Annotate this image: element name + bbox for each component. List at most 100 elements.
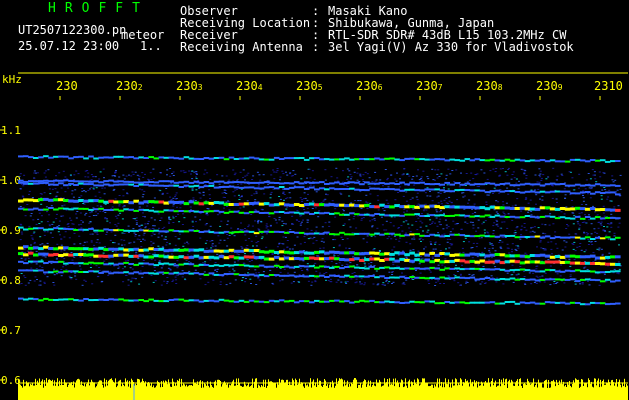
- noise-speck: [211, 246, 214, 248]
- band-segment: [394, 301, 400, 304]
- noise-speck: [365, 201, 368, 203]
- noise-speck: [35, 263, 38, 265]
- noise-speck: [92, 176, 95, 177]
- level-bar: [82, 385, 83, 400]
- noise-speck: [474, 211, 477, 213]
- band-segment: [183, 272, 190, 275]
- band-segment: [253, 249, 260, 252]
- band-segment: [133, 271, 139, 274]
- noise-speck: [314, 281, 317, 283]
- level-bar: [259, 385, 260, 400]
- noise-speck: [334, 216, 337, 218]
- noise-speck: [27, 257, 30, 259]
- band-segment: [309, 251, 315, 255]
- noise-speck: [223, 207, 225, 209]
- level-bar: [252, 378, 253, 400]
- band-segment: [319, 265, 325, 268]
- noise-speck: [103, 187, 106, 189]
- noise-speck: [417, 217, 420, 219]
- band-segment: [273, 251, 280, 254]
- noise-speck: [568, 258, 571, 260]
- noise-speck: [273, 178, 276, 180]
- level-bar: [439, 378, 440, 400]
- noise-speck: [503, 221, 506, 223]
- noise-speck: [535, 268, 538, 270]
- noise-speck: [455, 169, 458, 171]
- noise-speck: [420, 179, 423, 181]
- noise-speck: [599, 223, 602, 225]
- band-segment: [594, 208, 601, 212]
- noise-speck: [244, 175, 247, 177]
- level-bar: [346, 384, 347, 400]
- noise-speck: [582, 190, 585, 192]
- level-bar: [575, 378, 576, 400]
- noise-speck: [420, 213, 423, 215]
- band-segment: [494, 159, 501, 162]
- noise-speck: [97, 213, 99, 215]
- band-segment: [314, 257, 320, 261]
- level-bar: [417, 378, 418, 400]
- noise-speck: [82, 244, 85, 246]
- band-segment: [243, 264, 250, 267]
- noise-speck: [412, 208, 415, 210]
- noise-speck: [587, 239, 590, 240]
- level-bar: [335, 385, 336, 400]
- noise-speck: [102, 211, 105, 212]
- band-segment: [519, 206, 526, 210]
- noise-speck: [265, 225, 268, 227]
- band-segment: [143, 209, 149, 212]
- noise-speck: [421, 222, 424, 224]
- noise-speck: [168, 217, 170, 219]
- level-bar: [428, 386, 429, 400]
- noise-speck: [456, 271, 459, 272]
- noise-speck: [106, 231, 109, 233]
- band-segment: [329, 182, 335, 185]
- noise-speck: [242, 262, 245, 264]
- band-segment: [178, 230, 185, 233]
- band-segment: [379, 158, 385, 161]
- band-segment: [158, 300, 165, 303]
- band-segment: [178, 157, 185, 160]
- noise-speck: [517, 273, 520, 275]
- noise-speck: [174, 276, 177, 278]
- band-segment: [309, 157, 315, 160]
- band-segment: [544, 260, 551, 264]
- noise-speck: [191, 220, 194, 222]
- level-bar: [487, 383, 488, 400]
- band-segment: [73, 253, 79, 256]
- level-bar: [86, 384, 87, 400]
- band-segment: [339, 231, 345, 234]
- noise-speck: [617, 205, 620, 207]
- noise-speck: [94, 195, 97, 197]
- level-bar: [481, 381, 482, 400]
- level-bar: [584, 383, 585, 400]
- level-bar: [382, 385, 383, 400]
- noise-speck: [451, 228, 454, 230]
- noise-speck: [275, 171, 278, 173]
- band-segment: [434, 234, 440, 237]
- level-bar: [313, 379, 314, 400]
- noise-speck: [544, 249, 547, 251]
- band-segment: [494, 302, 501, 305]
- noise-speck: [368, 185, 371, 187]
- band-segment: [474, 252, 481, 256]
- noise-speck: [109, 239, 112, 241]
- noise-speck: [464, 221, 467, 223]
- noise-speck: [429, 271, 432, 273]
- noise-speck: [87, 176, 90, 178]
- band-segment: [494, 268, 501, 271]
- noise-speck: [158, 233, 161, 235]
- noise-speck: [350, 178, 352, 180]
- level-bar: [195, 382, 196, 400]
- noise-speck: [56, 257, 59, 259]
- noise-speck: [446, 203, 449, 204]
- noise-speck: [496, 220, 499, 222]
- band-segment: [43, 155, 49, 158]
- band-segment: [319, 203, 325, 207]
- level-bar: [378, 383, 379, 400]
- level-bar: [47, 382, 48, 400]
- band-segment: [610, 216, 616, 219]
- noise-speck: [123, 244, 126, 246]
- band-segment: [278, 257, 285, 261]
- band-segment: [464, 214, 471, 217]
